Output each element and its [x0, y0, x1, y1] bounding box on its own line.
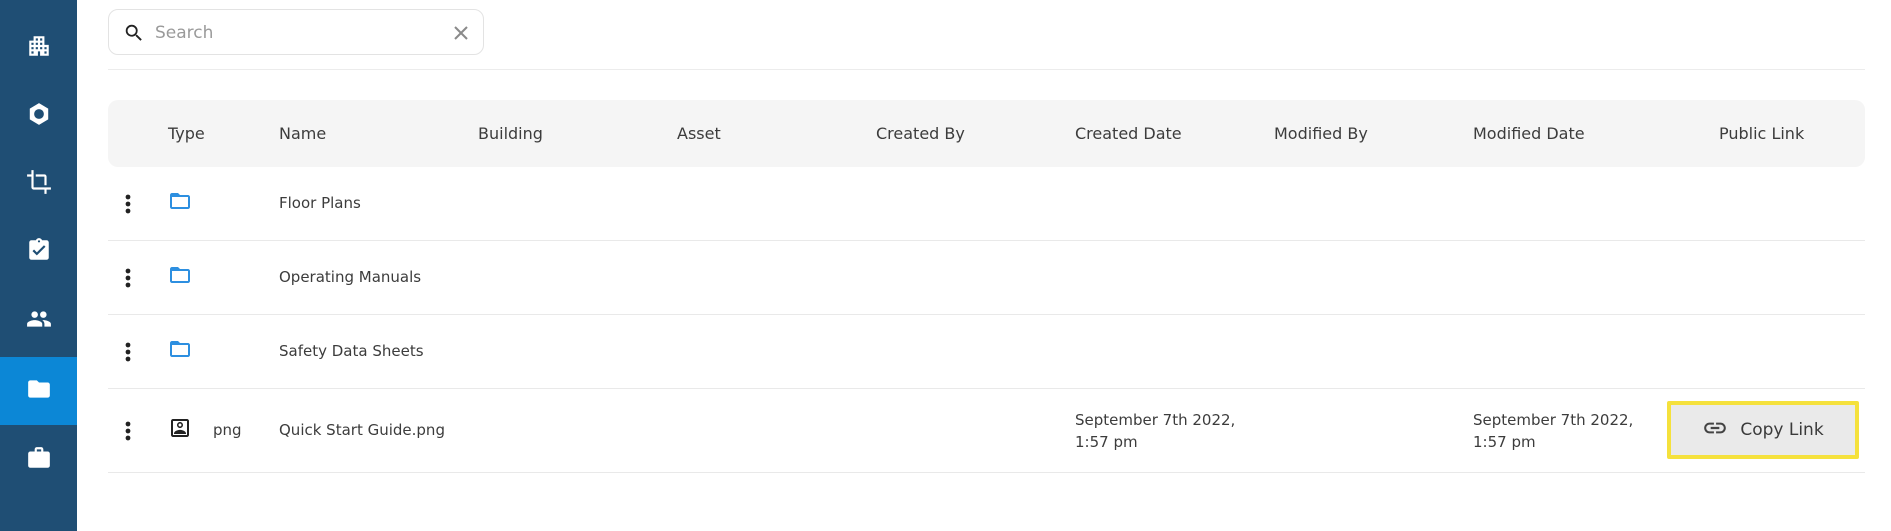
sidebar-item-tasks[interactable]	[0, 218, 77, 286]
column-header-asset[interactable]: Asset	[677, 100, 721, 167]
search-box	[108, 9, 484, 55]
column-header-public-link[interactable]: Public Link	[1719, 100, 1804, 167]
people-icon	[26, 306, 52, 336]
row-name[interactable]: Quick Start Guide.png	[279, 421, 445, 439]
folder-outline-icon	[168, 189, 192, 213]
sidebar-item-work-orders[interactable]	[0, 426, 77, 494]
more-vert-icon[interactable]	[118, 266, 138, 290]
sidebar-item-documents[interactable]	[0, 357, 77, 425]
table-row[interactable]: Safety Data Sheets	[108, 315, 1865, 389]
building-icon	[26, 33, 52, 63]
more-vert-icon[interactable]	[118, 340, 138, 364]
row-name[interactable]: Floor Plans	[279, 194, 361, 212]
column-header-created-by[interactable]: Created By	[876, 100, 965, 167]
hexagon-icon	[26, 101, 52, 131]
copy-link-button[interactable]: Copy Link	[1667, 401, 1859, 459]
briefcase-icon	[26, 445, 52, 475]
table-row[interactable]: Floor Plans	[108, 167, 1865, 241]
sidebar-item-assets[interactable]	[0, 82, 77, 150]
row-created-date: September 7th 2022, 1:57 pm	[1075, 411, 1236, 451]
column-header-created-date[interactable]: Created Date	[1075, 100, 1182, 167]
folder-outline-icon	[168, 337, 192, 361]
column-header-modified-date[interactable]: Modified Date	[1473, 100, 1585, 167]
app-window: Type Name Building Asset Created By Crea…	[0, 0, 1891, 531]
search-input[interactable]	[155, 18, 425, 48]
row-name[interactable]: Operating Manuals	[279, 268, 421, 286]
search-icon	[123, 22, 145, 44]
row-type-label: png	[213, 421, 242, 439]
sidebar-item-buildings[interactable]	[0, 14, 77, 82]
row-modified-date: September 7th 2022, 1:57 pm	[1473, 411, 1634, 451]
folder-outline-icon	[168, 263, 192, 287]
documents-table: Type Name Building Asset Created By Crea…	[108, 100, 1865, 473]
sidebar-item-spaces[interactable]	[0, 150, 77, 218]
table-row[interactable]: Operating Manuals	[108, 241, 1865, 315]
folder-icon	[26, 376, 52, 406]
more-vert-icon[interactable]	[118, 192, 138, 216]
sidebar-item-users[interactable]	[0, 287, 77, 355]
divider	[108, 69, 1865, 70]
crop-icon	[26, 169, 52, 199]
image-file-icon	[168, 416, 192, 440]
close-icon[interactable]	[452, 24, 470, 42]
table-row[interactable]: png Quick Start Guide.png September 7th …	[108, 389, 1865, 473]
column-header-building[interactable]: Building	[478, 100, 543, 167]
sidebar	[0, 0, 77, 531]
table-header: Type Name Building Asset Created By Crea…	[108, 100, 1865, 167]
row-name[interactable]: Safety Data Sheets	[279, 342, 424, 360]
column-header-modified-by[interactable]: Modified By	[1274, 100, 1368, 167]
link-icon	[1702, 415, 1728, 446]
column-header-name[interactable]: Name	[279, 100, 326, 167]
more-vert-icon[interactable]	[118, 419, 138, 443]
main-content: Type Name Building Asset Created By Crea…	[77, 0, 1891, 531]
clipboard-check-icon	[26, 237, 52, 267]
column-header-type[interactable]: Type	[168, 100, 205, 167]
copy-link-label: Copy Link	[1740, 420, 1824, 440]
